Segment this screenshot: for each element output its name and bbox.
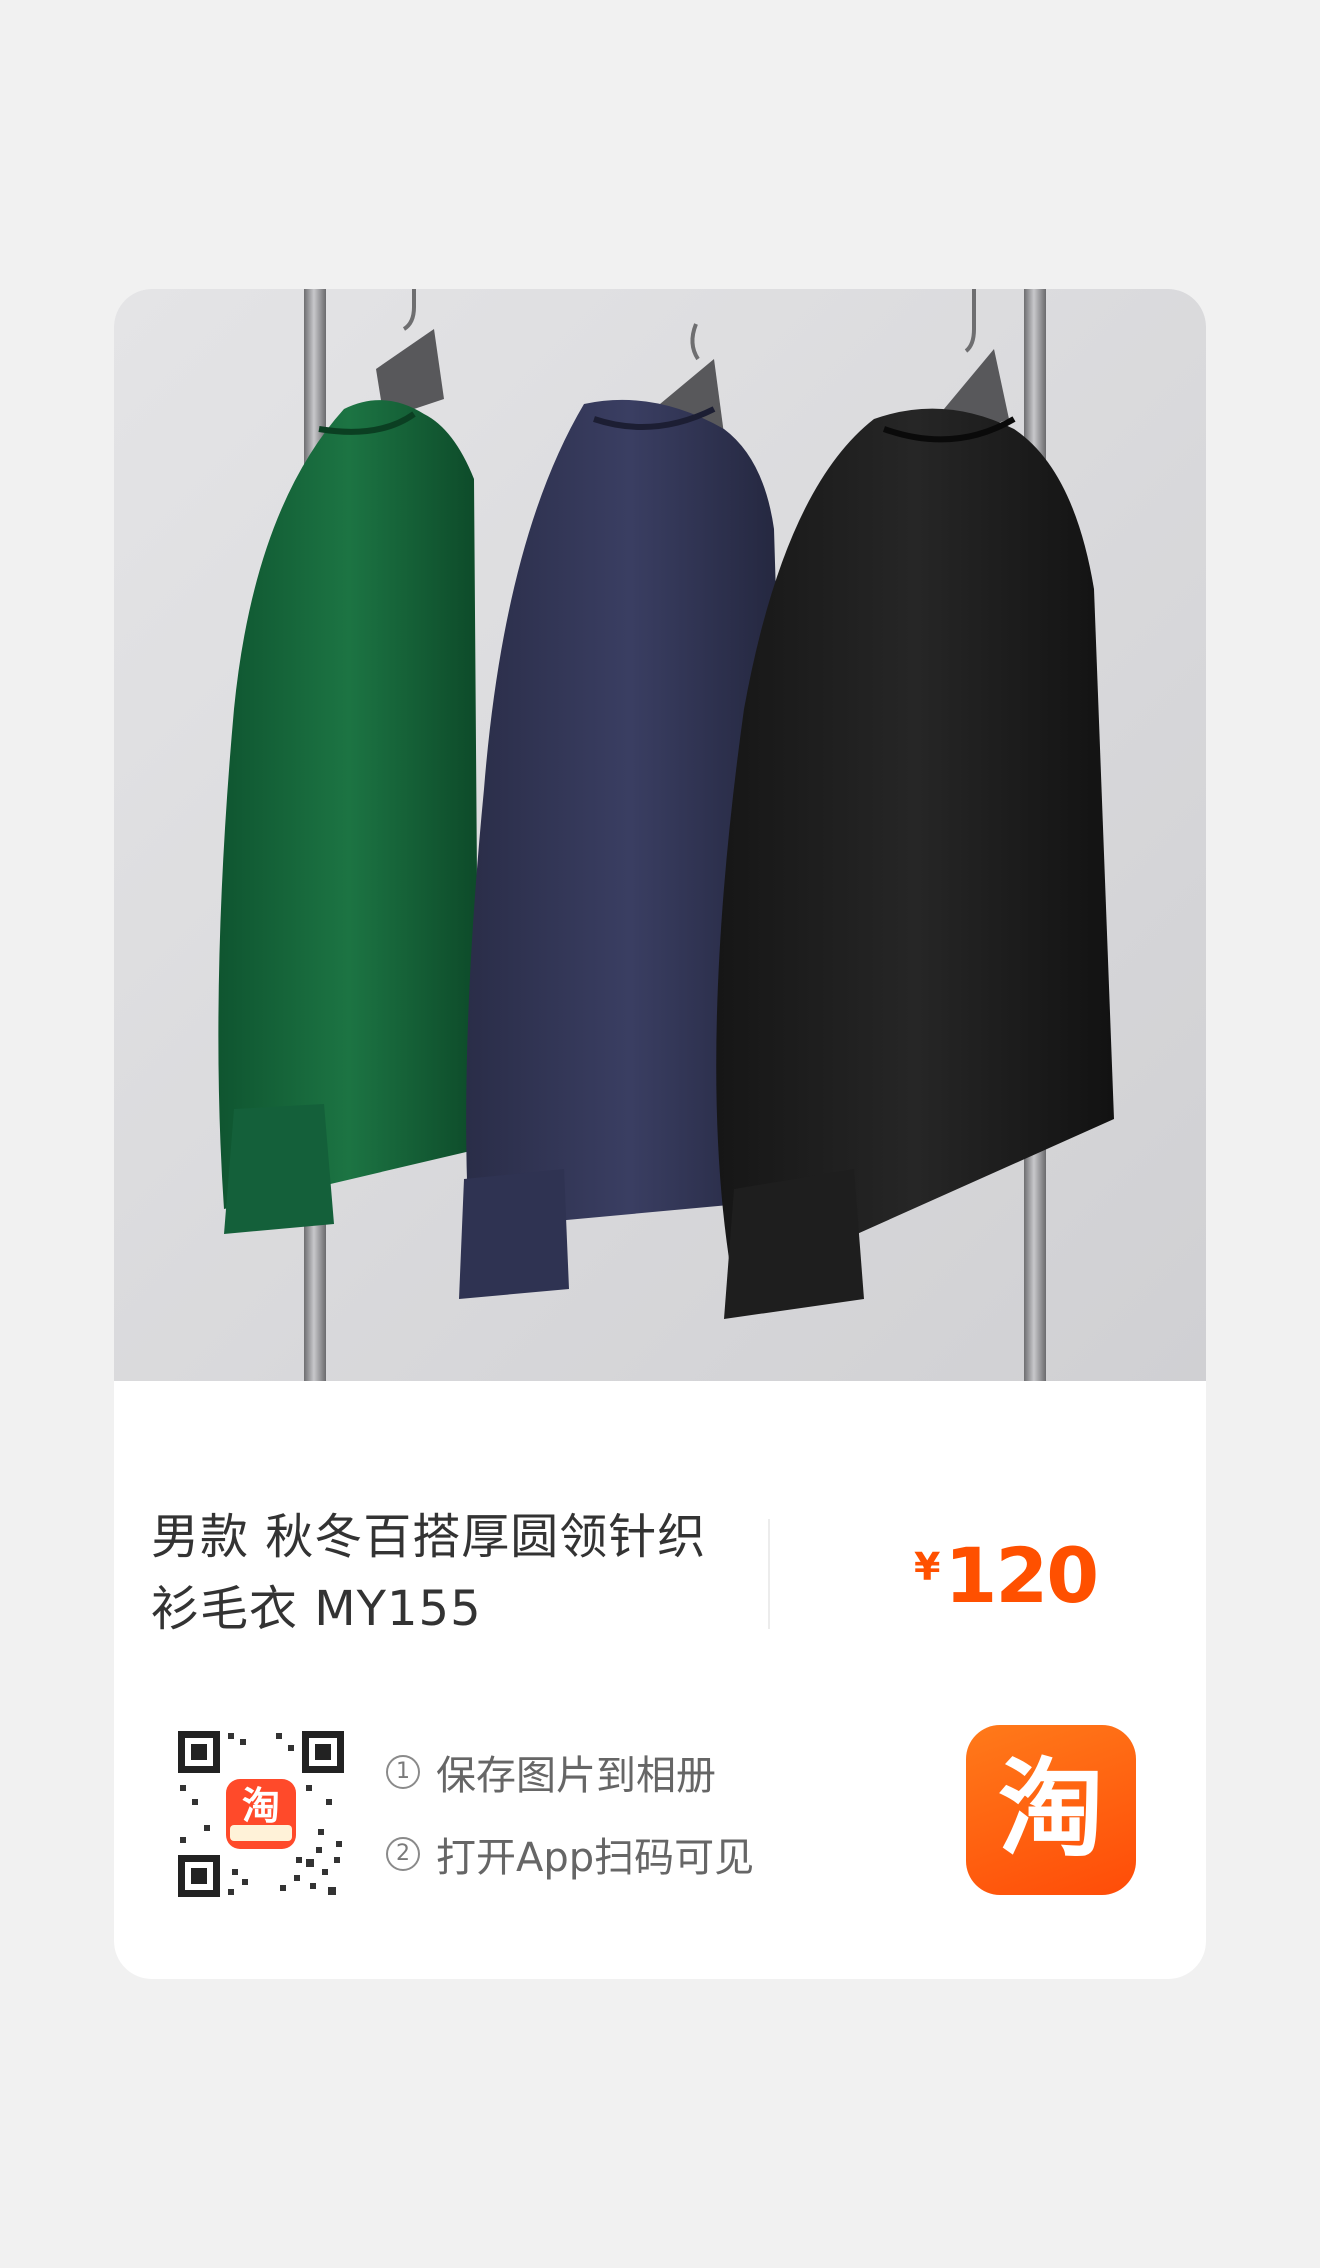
price: ¥120 [914, 1531, 1099, 1620]
qr-finder [178, 1855, 220, 1897]
qr-badge-glyph: 淘 [242, 1784, 280, 1828]
divider [768, 1519, 770, 1629]
qr-finder [178, 1731, 220, 1773]
step-number-2: 2 [386, 1837, 420, 1871]
product-title[interactable]: 男款 秋冬百搭厚圆领针织衫毛衣 MY155 [151, 1501, 711, 1645]
product-image[interactable] [114, 289, 1206, 1381]
qr-code[interactable]: 淘 [176, 1729, 346, 1899]
step-save-image-label: 保存图片到相册 [436, 1753, 716, 1799]
currency-symbol: ¥ [914, 1545, 941, 1589]
taobao-logo-glyph: 淘 [998, 1748, 1104, 1871]
share-card: 男款 秋冬百搭厚圆领针织衫毛衣 MY155 ¥120 淘 1 保存图片到相册 2… [114, 289, 1206, 1979]
step-number-1: 1 [386, 1755, 420, 1789]
step-save-image: 1 保存图片到相册 [382, 1731, 754, 1813]
taobao-app-icon[interactable]: 淘 [966, 1725, 1136, 1895]
qr-finder [302, 1731, 344, 1773]
price-value: 120 [944, 1531, 1099, 1620]
product-info: 男款 秋冬百搭厚圆领针织衫毛衣 MY155 ¥120 淘 1 保存图片到相册 2… [114, 1381, 1206, 1979]
share-steps: 1 保存图片到相册 2 打开App扫码可见 [382, 1731, 754, 1895]
step-open-app-label: 打开App扫码可见 [436, 1835, 755, 1881]
step-open-app: 2 打开App扫码可见 [382, 1813, 754, 1895]
